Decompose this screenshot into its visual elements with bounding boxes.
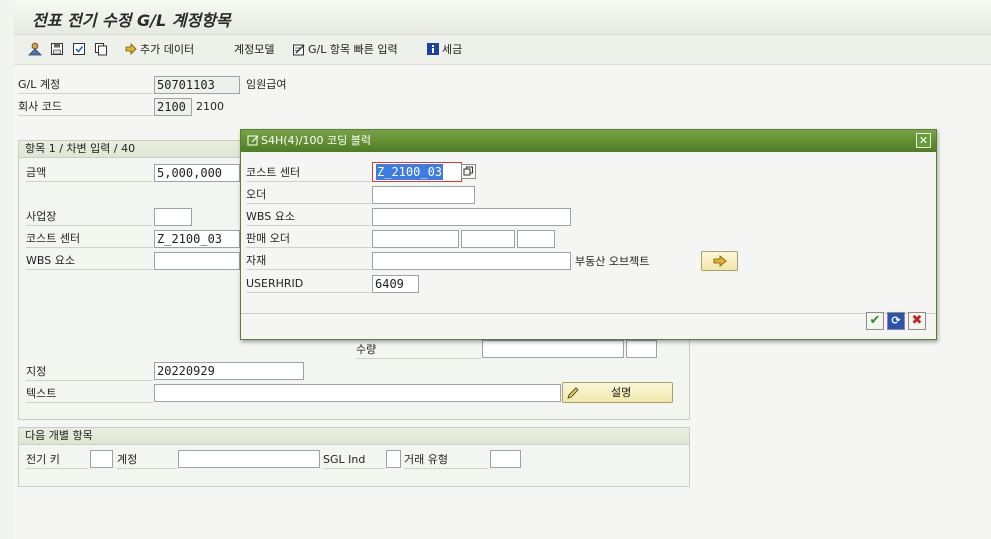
- company-code-label: 회사 코드: [18, 99, 153, 116]
- more-data-button[interactable]: 추가 데이터: [124, 41, 194, 59]
- user-icon[interactable]: [28, 41, 44, 59]
- quantity-unit-field[interactable]: [626, 340, 657, 358]
- sgl-ind-field[interactable]: [386, 450, 401, 468]
- coding-block-dialog: S4H(4)/100 코딩 블럭 ✕ 코스트 센터 Z_2100_03 오더 W…: [240, 129, 937, 340]
- next-item-header: 다음 개별 항목: [19, 428, 689, 445]
- company-code-desc: 2100: [196, 100, 224, 113]
- arrow-right-icon: [125, 43, 137, 55]
- cost-center-label: 코스트 센터: [26, 231, 153, 248]
- cancel-button[interactable]: ✖: [908, 312, 926, 330]
- amount-label: 금액: [26, 165, 153, 182]
- dlg-sales-order-item-field[interactable]: [461, 230, 515, 248]
- assignment-label: 지정: [26, 364, 153, 381]
- real-estate-button[interactable]: [701, 251, 738, 271]
- save-document-icon[interactable]: [50, 41, 66, 59]
- refresh-button[interactable]: ⟳: [887, 312, 905, 330]
- text-field[interactable]: [154, 384, 561, 402]
- confirm-button[interactable]: ✔: [866, 312, 884, 330]
- account-model-button[interactable]: 계정모델: [234, 41, 274, 59]
- dlg-cost-center-label: 코스트 센터: [246, 165, 371, 182]
- dlg-real-estate-label: 부동산 오브젝트: [575, 255, 650, 268]
- page-title: 전표 전기 수정 G/L 계정항목: [32, 11, 231, 30]
- business-place-label: 사업장: [26, 209, 153, 226]
- gl-fast-entry-button[interactable]: G/L 항목 빠른 입력: [292, 41, 398, 59]
- f4-help-icon[interactable]: [461, 164, 476, 179]
- dlg-userhrid-label: USERHRID: [246, 276, 371, 293]
- next-account-label: 계정: [117, 452, 177, 469]
- simulate-icon[interactable]: [72, 41, 88, 59]
- tax-button[interactable]: 세금: [426, 41, 462, 59]
- tax-label: 세금: [442, 43, 463, 56]
- copy-icon[interactable]: [94, 41, 110, 59]
- business-place-field[interactable]: [154, 208, 192, 226]
- info-icon: [427, 43, 439, 55]
- dialog-divider: [241, 313, 936, 314]
- gl-account-desc: 임원급여: [246, 78, 287, 91]
- sgl-ind-label: SGL Ind: [323, 452, 385, 469]
- amount-field[interactable]: 5,000,000: [154, 164, 240, 182]
- dlg-sales-order-schedule-field[interactable]: [517, 230, 555, 248]
- transaction-type-field[interactable]: [490, 450, 521, 468]
- dlg-wbs-label: WBS 요소: [246, 209, 371, 226]
- dlg-order-field[interactable]: [372, 186, 475, 204]
- cost-center-field[interactable]: Z_2100_03: [154, 230, 240, 248]
- gl-account-field: 50701103: [154, 76, 240, 94]
- quantity-field[interactable]: [482, 340, 624, 358]
- more-data-label: 추가 데이터: [140, 43, 195, 56]
- dialog-title: S4H(4)/100 코딩 블럭: [247, 133, 371, 149]
- explain-label: 설명: [611, 386, 632, 399]
- transaction-type-label: 거래 유형: [404, 452, 488, 469]
- quantity-label: 수량: [356, 342, 481, 359]
- edit-pencil-icon: [567, 387, 579, 399]
- arrow-right-icon: [713, 255, 727, 267]
- edit-list-icon: [293, 44, 305, 56]
- dlg-userhrid-field[interactable]: 6409: [372, 275, 419, 293]
- gl-fast-entry-label: G/L 항목 빠른 입력: [308, 43, 398, 56]
- application-toolbar: 추가 데이터 계정모델 G/L 항목 빠른 입력 세금: [14, 35, 991, 65]
- close-icon[interactable]: ✕: [916, 133, 931, 148]
- dlg-order-label: 오더: [246, 187, 371, 204]
- account-model-label: 계정모델: [234, 43, 275, 56]
- dlg-material-field[interactable]: [372, 252, 571, 270]
- gl-account-label: G/L 계정: [18, 77, 153, 94]
- dlg-cost-center-value: Z_2100_03: [376, 164, 444, 180]
- dialog-title-text: S4H(4)/100 코딩 블럭: [261, 134, 372, 147]
- wbs-field[interactable]: [154, 252, 240, 270]
- explain-button[interactable]: 설명: [562, 382, 673, 403]
- dlg-sales-order-label: 판매 오더: [246, 231, 371, 248]
- dialog-title-bar: S4H(4)/100 코딩 블럭 ✕: [241, 130, 936, 152]
- dlg-wbs-field[interactable]: [372, 208, 571, 226]
- window-edit-icon: [247, 135, 259, 146]
- next-account-field[interactable]: [178, 450, 320, 468]
- posting-key-field[interactable]: [90, 450, 113, 468]
- text-label: 텍스트: [26, 386, 153, 403]
- wbs-label: WBS 요소: [26, 253, 153, 270]
- dlg-cost-center-field[interactable]: Z_2100_03: [372, 162, 462, 182]
- company-code-field: 2100: [154, 98, 192, 116]
- title-bar: 전표 전기 수정 G/L 계정항목: [14, 0, 991, 35]
- assignment-field[interactable]: 20220929: [154, 362, 304, 380]
- dlg-sales-order-field[interactable]: [372, 230, 459, 248]
- posting-key-label: 전기 키: [26, 452, 88, 469]
- dlg-material-label: 자재: [246, 253, 371, 270]
